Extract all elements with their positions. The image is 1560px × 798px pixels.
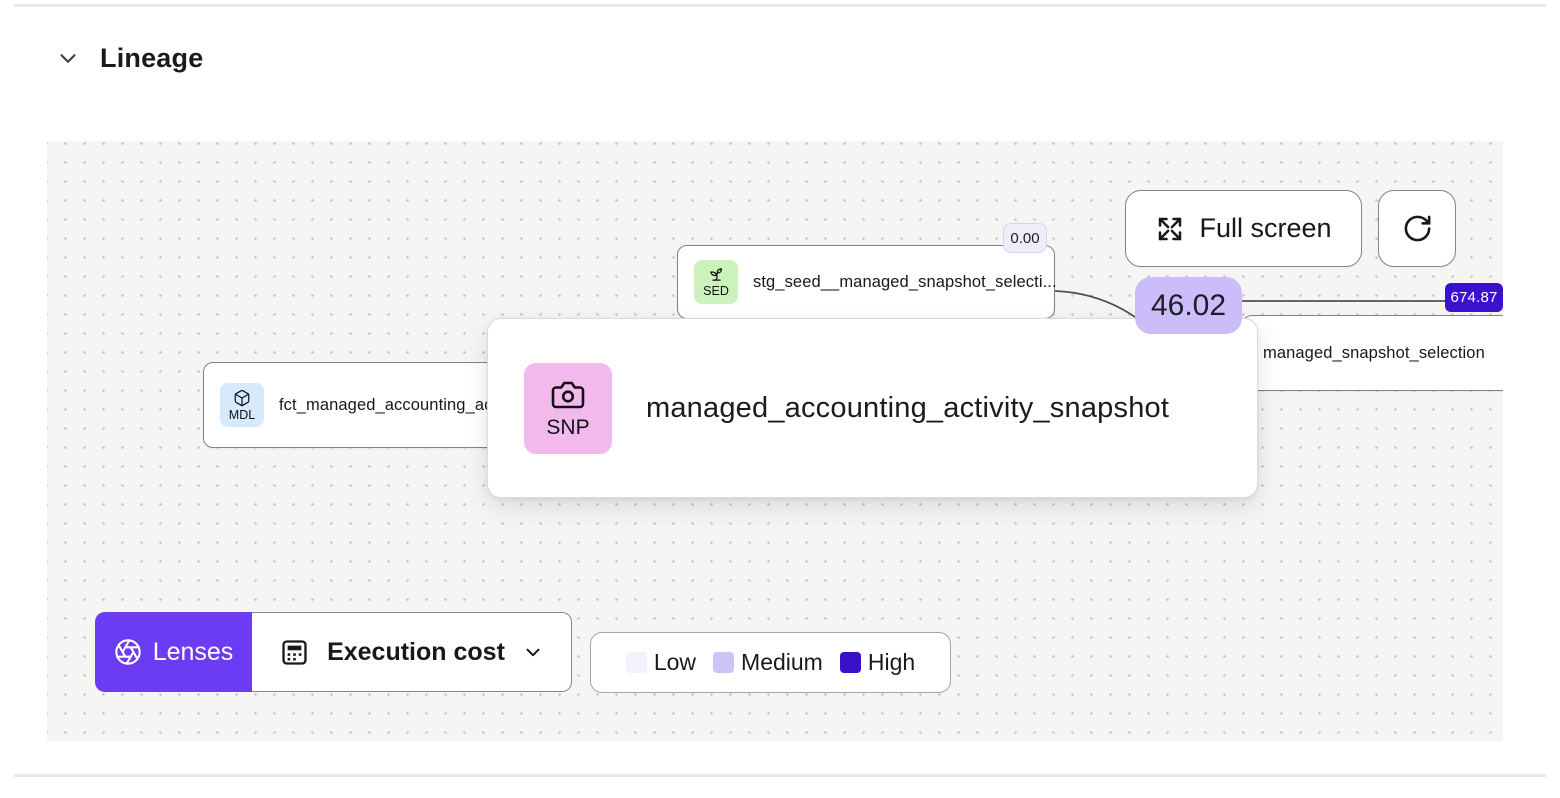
chevron-down-icon xyxy=(522,641,544,663)
refresh-icon xyxy=(1402,213,1433,244)
full-screen-button[interactable]: Full screen xyxy=(1125,190,1362,267)
legend-swatch-low xyxy=(625,652,647,673)
refresh-button[interactable] xyxy=(1378,190,1456,267)
selected-lens-label: Execution cost xyxy=(327,637,505,666)
node-type-label: MDL xyxy=(228,407,256,422)
expand-icon xyxy=(1155,214,1185,244)
cube-icon xyxy=(233,389,251,407)
page-title: Lineage xyxy=(100,43,204,73)
lenses-button[interactable]: Lenses xyxy=(95,612,252,692)
node-type-label: SNP xyxy=(546,415,590,439)
legend-label-low: Low xyxy=(653,649,697,675)
bottom-divider xyxy=(14,774,1546,777)
camera-icon xyxy=(550,377,586,413)
lenses-control: Lenses Execution cost xyxy=(95,612,572,692)
sprout-icon xyxy=(708,266,725,283)
legend-label-medium: Medium xyxy=(741,649,823,675)
edge-cost-badge-medium: 46.02 xyxy=(1135,277,1242,334)
top-divider xyxy=(14,4,1546,7)
chevron-down-icon xyxy=(55,45,81,71)
edge-cost-badge-low: 0.00 xyxy=(1003,223,1047,253)
node-label: managed_snapshot_selection xyxy=(1263,343,1485,362)
node-managed-snapshot-selection[interactable]: managed_snapshot_selection xyxy=(1242,315,1503,391)
node-label: fct_managed_accounting_act xyxy=(279,395,498,414)
snapshot-type-badge: SNP xyxy=(524,362,612,454)
full-screen-label: Full screen xyxy=(1199,213,1332,243)
seed-type-badge: SED xyxy=(694,260,738,304)
execution-cost-icon xyxy=(279,637,310,668)
hover-card-label: managed_accounting_activity_snapshot xyxy=(646,391,1170,424)
lineage-canvas[interactable]: SED stg_seed__managed_snapshot_selecti..… xyxy=(47,141,1503,741)
node-type-label: SED xyxy=(703,284,729,298)
legend-swatch-high xyxy=(839,652,861,673)
edge-cost-badge-high: 674.87 xyxy=(1445,283,1503,312)
lens-selector-dropdown[interactable]: Execution cost xyxy=(252,612,572,692)
collapse-section-button[interactable] xyxy=(52,42,84,74)
legend-label-high: High xyxy=(867,649,916,675)
node-stg-seed[interactable]: SED stg_seed__managed_snapshot_selecti..… xyxy=(677,245,1057,319)
aperture-icon xyxy=(114,638,142,666)
model-type-badge: MDL xyxy=(220,383,264,427)
lenses-label: Lenses xyxy=(152,637,234,666)
node-label: stg_seed__managed_snapshot_selecti... xyxy=(753,272,1057,291)
node-hover-card[interactable]: SNP managed_accounting_activity_snapshot xyxy=(487,318,1258,498)
legend-swatch-medium xyxy=(713,652,735,673)
cost-legend: Low Medium High xyxy=(590,632,951,693)
